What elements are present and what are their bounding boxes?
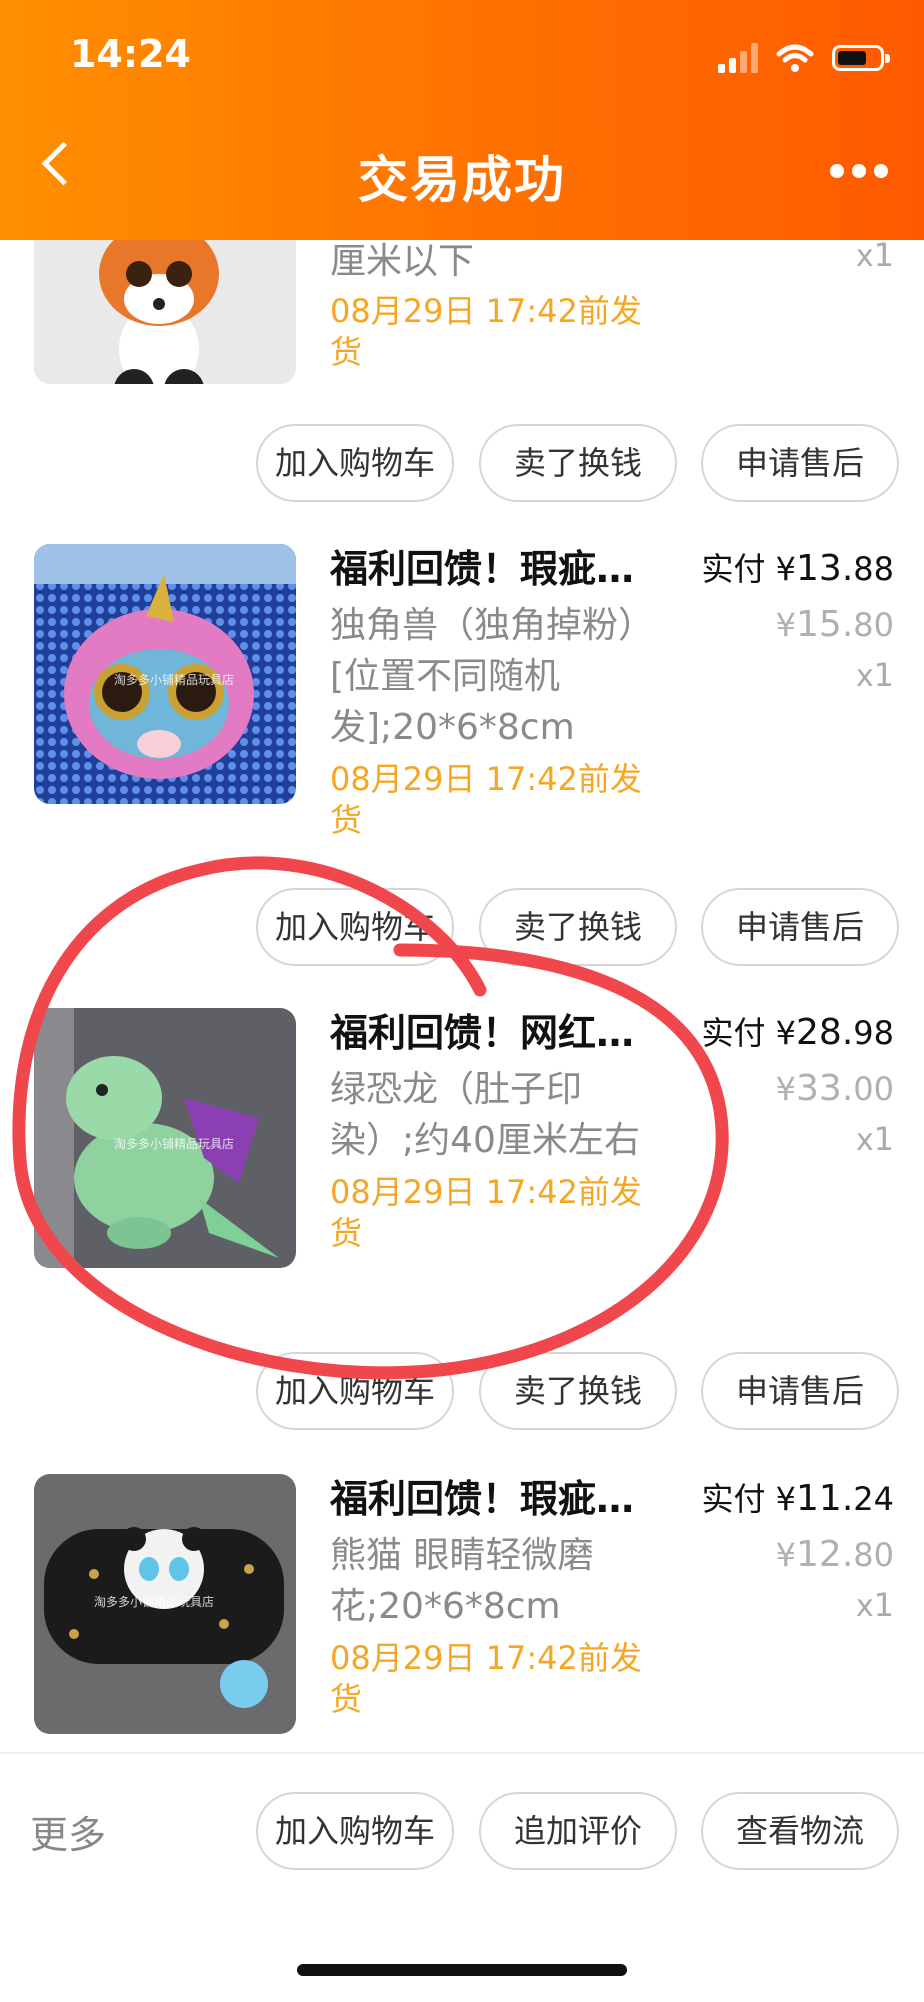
quantity: x1 [855, 1586, 894, 1624]
resell-button[interactable]: 卖了换钱 [479, 424, 677, 502]
thumbnail-watermark: 淘多多小铺精品玩具店 [114, 673, 234, 687]
status-icons [718, 38, 890, 78]
product-thumbnail-dragon[interactable]: 淘多多小铺精品玩具店 [34, 1008, 296, 1268]
add-to-cart-button[interactable]: 加入购物车 [256, 1792, 454, 1870]
product-thumbnail-panda[interactable]: 淘多多小铺精品玩具店 [34, 1474, 296, 1734]
battery-icon [832, 45, 890, 71]
resell-button[interactable]: 卖了换钱 [479, 888, 677, 966]
more-link[interactable]: 更多 [30, 1804, 106, 1859]
product-title[interactable]: 福利回馈！瑕疵… [330, 544, 660, 594]
original-price: ¥15.80 [775, 604, 894, 645]
product-spec: 绿恐龙（肚子印染）;约40厘米左右 [330, 1069, 640, 1161]
original-price: ¥33.00 [775, 1068, 894, 1109]
product-title[interactable]: 福利回馈！瑕疵… [330, 1474, 660, 1524]
item-actions: 加入购物车 卖了换钱 申请售后 [0, 888, 924, 968]
view-logistics-button[interactable]: 查看物流 [701, 1792, 899, 1870]
add-to-cart-button[interactable]: 加入购物车 [256, 888, 454, 966]
resell-button[interactable]: 卖了换钱 [479, 1352, 677, 1430]
product-title[interactable]: 福利回馈！网红… [330, 1008, 660, 1058]
wifi-icon [776, 44, 814, 72]
shipping-time: 08月29日 17:42前发货 [330, 1173, 642, 1252]
app-header: 14:24 交易成功 [0, 0, 924, 240]
original-price: ¥12.80 [775, 1534, 894, 1575]
item-actions: 加入购物车 卖了换钱 申请售后 [0, 1352, 924, 1432]
product-spec: 熊猫 眼睛轻微磨花;20*6*8cm [330, 1535, 594, 1627]
shipping-time: 08月29日 17:42前发货 [330, 1639, 642, 1718]
paid-price: 实付 ¥28.98 [701, 1012, 894, 1053]
quantity: x1 [855, 236, 894, 274]
quantity: x1 [855, 656, 894, 694]
quantity: x1 [855, 1120, 894, 1158]
add-to-cart-button[interactable]: 加入购物车 [256, 1352, 454, 1430]
product-spec: 厘米以下 [330, 241, 475, 282]
paid-price: 实付 ¥11.24 [701, 1478, 894, 1519]
status-time: 14:24 [70, 32, 191, 76]
shipping-time: 08月29日 17:42前发货 [330, 760, 642, 839]
more-options-icon[interactable] [830, 164, 888, 178]
add-to-cart-button[interactable]: 加入购物车 [256, 424, 454, 502]
item-actions: 加入购物车 卖了换钱 申请售后 [0, 424, 924, 504]
after-sale-button[interactable]: 申请售后 [701, 1352, 899, 1430]
add-review-button[interactable]: 追加评价 [479, 1792, 677, 1870]
page-title: 交易成功 [358, 151, 566, 209]
thumbnail-watermark: 淘多多小铺精品玩具店 [114, 1137, 234, 1151]
after-sale-button[interactable]: 申请售后 [701, 424, 899, 502]
paid-price: 实付 ¥13.88 [701, 548, 894, 589]
cellular-signal-icon [718, 43, 758, 73]
thumbnail-watermark: 淘多多小铺精品玩具店 [94, 1595, 214, 1609]
after-sale-button[interactable]: 申请售后 [701, 888, 899, 966]
product-thumbnail-unicorn[interactable]: 淘多多小铺精品玩具店 [34, 544, 296, 804]
product-spec: 独角兽（独角掉粉）[位置不同随机发];20*6*8cm [330, 605, 655, 748]
shipping-time: 08月29日 17:42前发货 [330, 292, 642, 371]
home-indicator[interactable] [297, 1964, 627, 1976]
